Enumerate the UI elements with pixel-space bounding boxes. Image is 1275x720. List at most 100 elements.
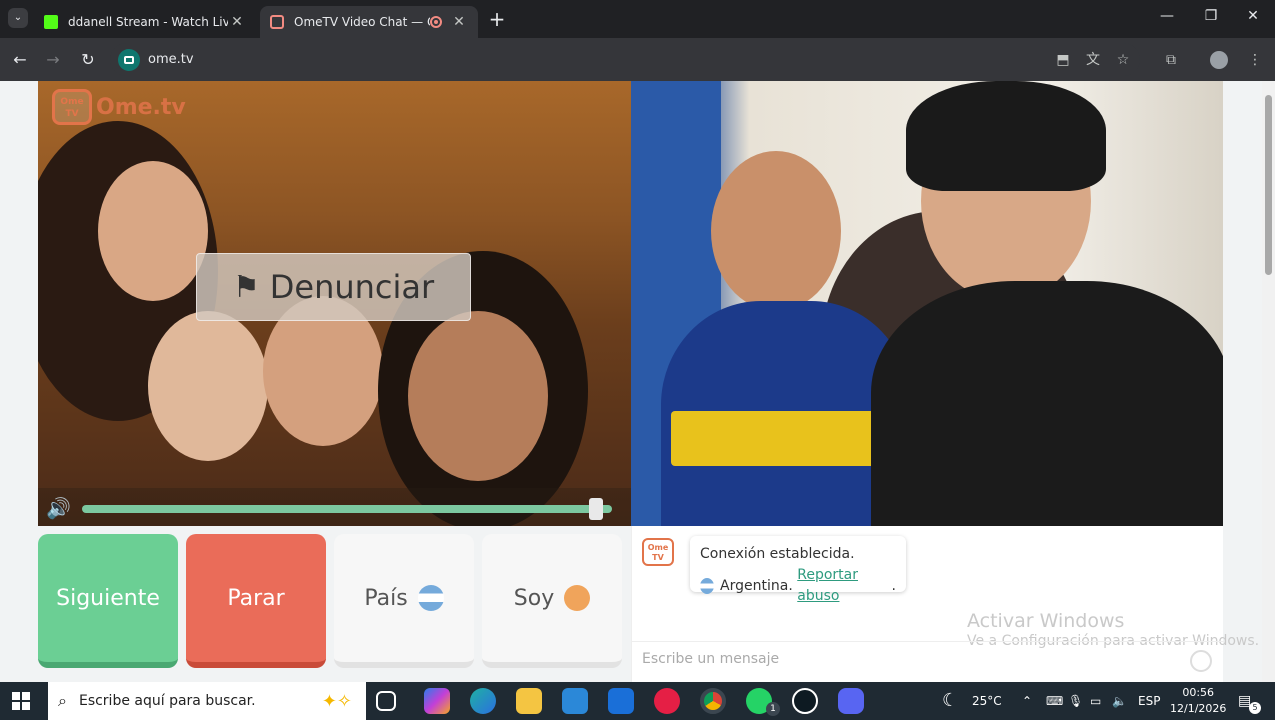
recording-indicator-icon (430, 16, 442, 28)
input-language[interactable]: ESP (1138, 682, 1160, 720)
browser-tab-bar: ⌄ ddanell Stream - Watch Live on ✕ OmeTV… (0, 0, 1275, 38)
profile-avatar-icon[interactable] (1208, 49, 1230, 71)
search-icon: ⌕ (58, 691, 67, 710)
discord-icon[interactable] (838, 688, 864, 714)
report-link-suffix: . (891, 577, 896, 594)
kick-favicon-icon (44, 15, 58, 29)
restore-icon[interactable]: ❐ (1196, 8, 1226, 24)
weather-moon-icon[interactable]: ☾ (942, 682, 958, 720)
usb-icon[interactable]: ⌨ (1046, 682, 1063, 720)
video-figure (98, 161, 208, 301)
country-button[interactable]: País (334, 534, 474, 668)
extensions-icon[interactable]: ⧉ (1160, 49, 1182, 71)
stranger-video: Ome TV Ome.tv ⚑ Denunciar 🔊 (38, 81, 631, 526)
argentina-flag-icon (417, 585, 444, 611)
windows-taskbar: ⌕ Escribe aquí para buscar. ✦✧ 1 ☾ 25°C … (0, 682, 1275, 720)
tab-title: OmeTV Video Chat — Ome (294, 15, 430, 29)
video-jersey-stripe (671, 411, 901, 466)
scrollbar-thumb[interactable] (1265, 95, 1272, 275)
whatsapp-badge: 1 (766, 702, 780, 716)
tray-overflow-icon[interactable]: ⌃ (1022, 682, 1032, 720)
close-tab-icon[interactable]: ✕ (450, 14, 468, 30)
browser-toolbar: ← → ↻ ome.tv ⬒ 文 ☆ ⧉ ⋮ (0, 38, 1275, 81)
page-scrollbar[interactable] (1262, 81, 1275, 682)
forward-icon[interactable]: → (42, 49, 64, 71)
media-player-icon[interactable] (654, 688, 680, 714)
microphone-icon[interactable]: 🎙 (1068, 682, 1083, 720)
taskbar-search[interactable]: ⌕ Escribe aquí para buscar. ✦✧ (48, 682, 366, 720)
ometv-chat-icon: Ome TV (642, 538, 674, 566)
gender-button[interactable]: Soy (482, 534, 622, 668)
close-window-icon[interactable]: ✕ (1238, 8, 1268, 24)
tab-ometv[interactable]: OmeTV Video Chat — Ome ✕ (260, 6, 478, 38)
volume-slider-handle[interactable] (589, 498, 604, 520)
chrome-icon[interactable] (700, 688, 726, 714)
report-button-label: Denunciar (269, 268, 435, 306)
minimize-icon[interactable]: — (1152, 8, 1182, 24)
next-button[interactable]: Siguiente (38, 534, 178, 668)
notifications-count: 5 (1249, 702, 1261, 714)
flag-icon: ⚑ (232, 269, 260, 305)
bookmark-star-icon[interactable]: ☆ (1112, 49, 1134, 71)
clock-date: 12/1/2026 (1170, 702, 1227, 715)
connection-status: Conexión establecida. (700, 546, 855, 562)
weather-temperature[interactable]: 25°C (972, 682, 1002, 720)
search-highlight-icon: ✦✧ (321, 690, 352, 712)
close-tab-icon[interactable]: ✕ (228, 14, 246, 30)
reload-icon[interactable]: ↻ (77, 49, 99, 71)
report-abuse-link[interactable]: Reportar abuso (797, 565, 891, 607)
obs-icon[interactable] (792, 688, 818, 714)
ometv-logo-text: Ome.tv (96, 94, 186, 120)
chat-panel: Ome TV Conexión establecida. Argentina. … (631, 526, 1259, 682)
network-icon[interactable]: ▭ (1090, 682, 1101, 720)
url-text: ome.tv (148, 52, 194, 67)
notifications-icon[interactable]: ▤ (1238, 682, 1251, 720)
video-figure (711, 151, 841, 311)
video-hair (906, 81, 1106, 191)
boy-face-icon (564, 585, 591, 611)
country-button-label: País (364, 585, 408, 611)
speaker-icon[interactable]: 🔊 (46, 496, 71, 520)
address-bar[interactable]: ome.tv (110, 43, 1140, 76)
site-info-icon[interactable] (118, 48, 140, 71)
ometv-logo: Ome TV Ome.tv (52, 89, 186, 125)
clock-time: 00:56 (1182, 686, 1215, 699)
message-input[interactable]: Escribe un mensaje (632, 641, 1224, 681)
video-figure (408, 311, 548, 481)
stop-button[interactable]: Parar (186, 534, 326, 668)
stranger-country: Argentina. (720, 577, 793, 594)
task-view-icon[interactable] (376, 691, 396, 711)
argentina-flag-icon (700, 578, 715, 594)
system-message: Conexión establecida. Argentina. Reporta… (690, 536, 906, 604)
menu-icon[interactable]: ⋮ (1244, 49, 1266, 71)
new-tab-button[interactable]: + (486, 9, 508, 31)
ometv-tv-icon: Ome TV (52, 89, 92, 125)
volume-slider[interactable] (82, 505, 612, 513)
report-button[interactable]: ⚑ Denunciar (196, 253, 471, 321)
file-explorer-icon[interactable] (516, 688, 542, 714)
edge-icon[interactable] (470, 688, 496, 714)
volume-bar: 🔊 (38, 488, 631, 526)
video-shirt (871, 281, 1223, 526)
outlook-icon[interactable] (608, 688, 634, 714)
tab-title: ddanell Stream - Watch Live on (68, 15, 228, 29)
ometv-page: Ome TV Ome.tv ⚑ Denunciar 🔊 Siguiente Pa… (0, 81, 1262, 682)
video-figure (148, 311, 268, 461)
system-clock[interactable]: 00:56 12/1/2026 (1170, 685, 1226, 717)
gender-button-label: Soy (513, 585, 555, 611)
copilot-icon[interactable] (424, 688, 450, 714)
tab-list-button[interactable]: ⌄ (8, 8, 28, 28)
search-placeholder: Escribe aquí para buscar. (78, 693, 256, 709)
activate-windows-title: Activar Windows (967, 610, 1125, 632)
install-app-icon[interactable]: ⬒ (1052, 49, 1074, 71)
tab-ddanell-stream[interactable]: ddanell Stream - Watch Live on ✕ (34, 6, 256, 38)
translate-icon[interactable]: 文 (1082, 49, 1104, 71)
ometv-favicon-icon (270, 15, 284, 29)
emoji-picker-icon[interactable] (1190, 650, 1212, 672)
volume-icon[interactable]: 🔈 (1112, 682, 1127, 720)
microsoft-store-icon[interactable] (562, 688, 588, 714)
windows-start-icon[interactable] (12, 692, 30, 710)
back-icon[interactable]: ← (9, 49, 31, 71)
self-video (631, 81, 1223, 526)
message-placeholder: Escribe un mensaje (642, 651, 780, 667)
